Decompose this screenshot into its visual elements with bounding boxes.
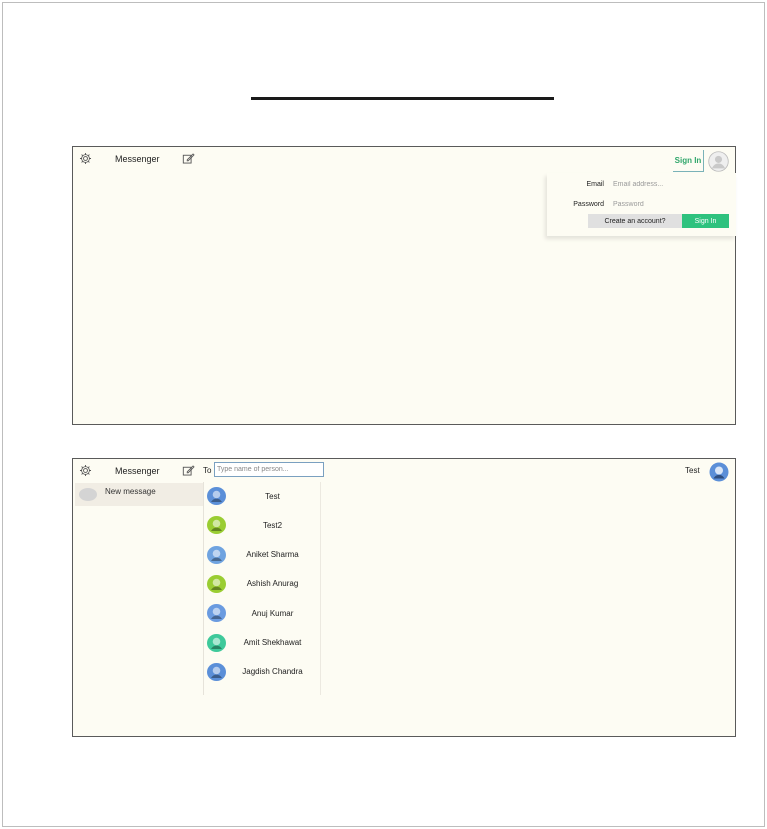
- contact-list: Test Test2 Aniket Sharma Ashish Anurag Anuj …: [203, 482, 321, 695]
- contact-avatar-icon: [206, 633, 227, 653]
- current-user-name: Test: [685, 466, 700, 475]
- contact-name: Anuj Kumar: [251, 608, 294, 618]
- contact-name: Test2: [262, 520, 283, 530]
- contact-name: Ashish Anurag: [246, 579, 299, 589]
- top-bar: Messenger: [79, 464, 195, 477]
- contact-avatar-icon: [206, 545, 227, 565]
- password-input[interactable]: [613, 197, 725, 211]
- contact-avatar-icon: [206, 603, 227, 623]
- contact-avatar-icon: [206, 662, 227, 682]
- compose-icon[interactable]: [182, 464, 195, 477]
- contact-item[interactable]: Amit Shekhawat: [204, 629, 322, 657]
- contact-item[interactable]: Ashish Anurag: [204, 570, 322, 598]
- contact-item[interactable]: Jagdish Chandra: [204, 658, 322, 686]
- title-rule: [251, 97, 554, 100]
- contact-name: Aniket Sharma: [246, 550, 299, 560]
- create-account-button[interactable]: Create an account?: [588, 214, 682, 228]
- password-row: Password: [547, 197, 736, 211]
- contact-item[interactable]: Aniket Sharma: [204, 541, 322, 569]
- new-message-label: New message: [105, 487, 156, 496]
- app-title: Messenger: [115, 465, 160, 476]
- user-avatar-icon[interactable]: [708, 151, 729, 172]
- contact-avatar-icon: [206, 574, 227, 594]
- email-row: Email: [547, 177, 736, 191]
- new-message-item[interactable]: New message: [75, 483, 203, 506]
- app-title: Messenger: [115, 153, 160, 164]
- contact-name: Jagdish Chandra: [242, 667, 303, 677]
- compose-icon[interactable]: [182, 152, 195, 165]
- contact-item[interactable]: Test: [204, 482, 322, 510]
- signin-button[interactable]: Sign In: [682, 214, 729, 228]
- gear-icon[interactable]: [79, 464, 92, 477]
- contact-name: Amit Shekhawat: [243, 638, 302, 647]
- contact-name: Test: [265, 491, 280, 501]
- contact-item[interactable]: Test2: [204, 511, 322, 539]
- top-bar: Messenger: [79, 152, 195, 165]
- password-label: Password: [573, 200, 604, 208]
- user-avatar-icon[interactable]: [709, 462, 729, 482]
- contact-avatar-icon: [206, 486, 227, 506]
- gear-icon[interactable]: [79, 152, 92, 165]
- email-label: Email: [586, 180, 604, 188]
- message-screen: Messenger To Test New message Test Test2 A…: [72, 458, 736, 737]
- recipient-input[interactable]: [214, 462, 324, 477]
- avatar: [79, 488, 97, 501]
- login-panel: Email Password Create an account? Sign I…: [547, 173, 736, 236]
- signin-screen: Messenger Sign In Email Password Create …: [72, 146, 736, 425]
- to-label: To: [203, 466, 212, 475]
- contact-item[interactable]: Anuj Kumar: [204, 599, 322, 627]
- signin-link[interactable]: Sign In: [673, 150, 704, 172]
- email-input[interactable]: [613, 177, 725, 191]
- contact-avatar-icon: [206, 515, 227, 535]
